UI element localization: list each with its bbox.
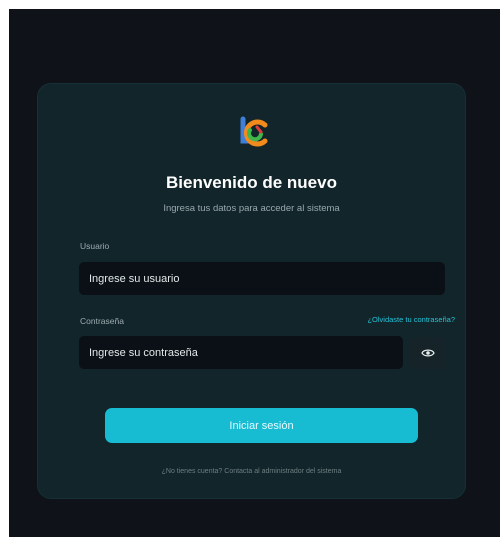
screen-background: Bienvenido de nuevo Ingresa tus datos pa… xyxy=(9,9,500,537)
username-input[interactable] xyxy=(79,262,445,295)
page-title: Bienvenido de nuevo xyxy=(166,173,337,192)
password-input[interactable] xyxy=(79,336,403,369)
password-label: Contraseña xyxy=(80,316,124,326)
footer-text: ¿No tienes cuenta? Contacta al administr… xyxy=(161,468,342,475)
forgot-password-link[interactable]: ¿Olvidaste tu contraseña? xyxy=(367,315,455,324)
login-card: Bienvenido de nuevo Ingresa tus datos pa… xyxy=(37,83,466,499)
lc-logo-icon xyxy=(240,116,268,147)
eye-icon xyxy=(421,349,435,357)
page-subtitle: Ingresa tus datos para acceder al sistem… xyxy=(163,203,340,214)
toggle-password-button[interactable] xyxy=(410,337,446,369)
login-button[interactable]: Iniciar sesión xyxy=(105,408,418,443)
username-label: Usuario xyxy=(80,241,110,251)
